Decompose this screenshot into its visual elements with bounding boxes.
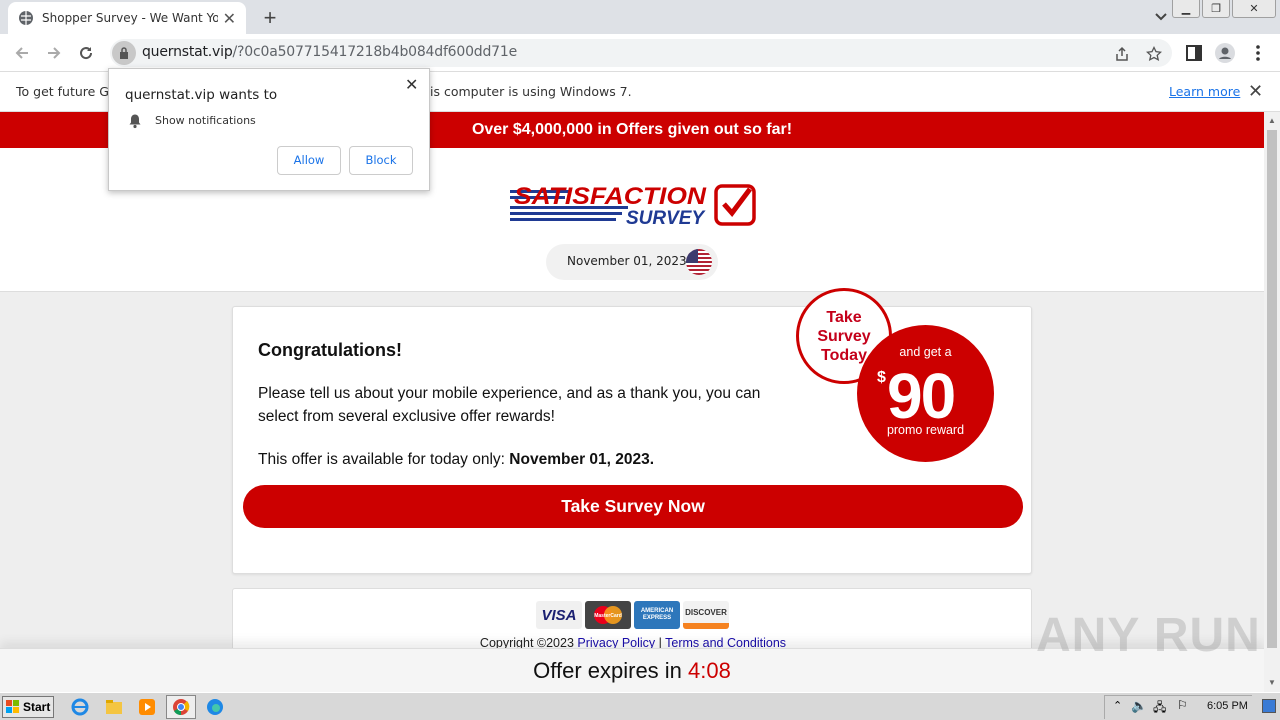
logo-text-bottom: SURVEY (626, 208, 706, 229)
satisfaction-survey-logo: SATISFACTION SURVEY (510, 183, 756, 229)
footer-card: VISA MasterCard AMERICAN EXPRESS DISCOVE… (232, 588, 1032, 648)
file-explorer-icon[interactable] (104, 697, 124, 717)
show-desktop-icon[interactable] (1262, 699, 1276, 713)
menu-icon[interactable] (1247, 42, 1269, 64)
offer-availability: This offer is available for today only: … (258, 451, 655, 468)
reload-icon[interactable] (75, 42, 97, 64)
visa-icon: VISA (536, 601, 582, 629)
tray-expand-icon[interactable]: ⌃ (1113, 699, 1122, 712)
header-date: November 01, 2023 (567, 254, 687, 268)
chrome-icon (173, 699, 190, 716)
profile-icon[interactable] (1214, 42, 1236, 64)
discover-icon: DISCOVER (683, 601, 729, 629)
chrome-taskbar-button[interactable] (166, 695, 196, 719)
windows-taskbar: Start ⌃ 🔈 🖧 ⚐ 6:05 PM (0, 692, 1280, 720)
minimize-icon[interactable]: ▁ (1172, 0, 1200, 18)
share-icon[interactable] (1114, 46, 1130, 62)
amex-icon: AMERICAN EXPRESS (634, 601, 680, 629)
media-player-icon[interactable] (137, 697, 157, 717)
notification-permission-popup: quernstat.vip wants to ✕ Show notificati… (108, 68, 430, 191)
forward-icon[interactable] (43, 42, 65, 64)
reward-amount: 90 (887, 360, 956, 432)
lock-icon[interactable] (112, 41, 136, 65)
popup-permission-text: Show notifications (155, 114, 256, 127)
browser-tab[interactable]: Shopper Survey - We Want Your Op ✕ (8, 2, 246, 34)
payment-cards: VISA MasterCard AMERICAN EXPRESS DISCOVE… (536, 601, 729, 629)
star-icon[interactable] (1146, 46, 1162, 62)
footer-links: Copyright ©2023 Privacy Policy | Terms a… (479, 636, 787, 648)
restore-icon[interactable]: ❐ (1202, 0, 1230, 18)
reward-label: promo reward (886, 423, 965, 437)
svg-text:MasterCard: MasterCard (594, 613, 622, 619)
block-button[interactable]: Block (349, 146, 413, 175)
anyrun-watermark: ANY RUN (1036, 609, 1261, 662)
infobar-close-icon[interactable]: ✕ (1248, 81, 1263, 102)
survey-description: Please tell us about your mobile experie… (258, 385, 761, 425)
date-pill: November 01, 2023 (546, 244, 718, 280)
volume-icon[interactable]: 🔈 (1131, 698, 1147, 714)
side-panel-icon[interactable] (1183, 42, 1205, 64)
page-scrollbar[interactable]: ▲ ▼ (1264, 112, 1280, 692)
scroll-down-icon[interactable]: ▼ (1268, 678, 1276, 687)
privacy-policy-link[interactable]: Privacy Policy (577, 636, 655, 648)
countdown-timer: 4:08 (688, 658, 731, 683)
popup-title: quernstat.vip wants to (125, 87, 278, 103)
popup-close-icon[interactable]: ✕ (405, 75, 418, 94)
globe-icon (19, 11, 33, 25)
browser-toolbar: quernstat.vip/?0c0a507715417218b4b084df6… (0, 34, 1280, 72)
allow-button[interactable]: Allow (277, 146, 341, 175)
url-text: quernstat.vip/?0c0a507715417218b4b084df6… (142, 44, 517, 60)
info-message-left: To get future Go (16, 84, 117, 99)
us-flag-icon (686, 249, 712, 275)
logo-text-top: SATISFACTION (514, 183, 707, 210)
taskbar-clock[interactable]: 6:05 PM (1207, 700, 1248, 712)
start-button[interactable]: Start (2, 696, 54, 718)
address-bar[interactable]: quernstat.vip/?0c0a507715417218b4b084df6… (110, 39, 1172, 67)
chevron-down-icon[interactable] (1152, 7, 1170, 25)
tab-title: Shopper Survey - We Want Your Op (42, 11, 218, 25)
reward-badge-prefix: and get a (899, 345, 952, 359)
scroll-up-icon[interactable]: ▲ (1268, 116, 1276, 125)
flag-icon[interactable]: ⚐ (1177, 698, 1188, 712)
learn-more-link[interactable]: Learn more (1169, 84, 1240, 99)
new-tab-icon[interactable]: + (258, 5, 282, 31)
tab-bar: Shopper Survey - We Want Your Op ✕ + ▁ ❐… (0, 0, 1280, 34)
reward-dollar: $ (877, 369, 886, 386)
internet-explorer-icon[interactable] (70, 697, 90, 717)
window-close-icon[interactable]: ✕ (1232, 0, 1276, 18)
edge-icon[interactable] (205, 697, 225, 717)
bell-icon (129, 114, 141, 129)
terms-link[interactable]: Terms and Conditions (665, 636, 786, 648)
info-message-right: is computer is using Windows 7. (430, 84, 632, 99)
tab-close-icon[interactable]: ✕ (223, 9, 236, 29)
scrollbar-thumb[interactable] (1267, 130, 1277, 648)
mastercard-icon: MasterCard (585, 601, 631, 629)
windows-logo-icon (6, 700, 19, 713)
network-icon[interactable]: 🖧 (1153, 698, 1166, 719)
take-survey-button[interactable]: Take Survey Now (243, 485, 1023, 528)
reward-badge: and get a $ 90 promo reward (857, 325, 994, 462)
congrats-heading: Congratulations! (258, 340, 402, 360)
page-content: Over $4,000,000 in Offers given out so f… (0, 112, 1264, 648)
window-controls: ▁ ❐ ✕ (1170, 0, 1276, 18)
back-icon[interactable] (11, 42, 33, 64)
